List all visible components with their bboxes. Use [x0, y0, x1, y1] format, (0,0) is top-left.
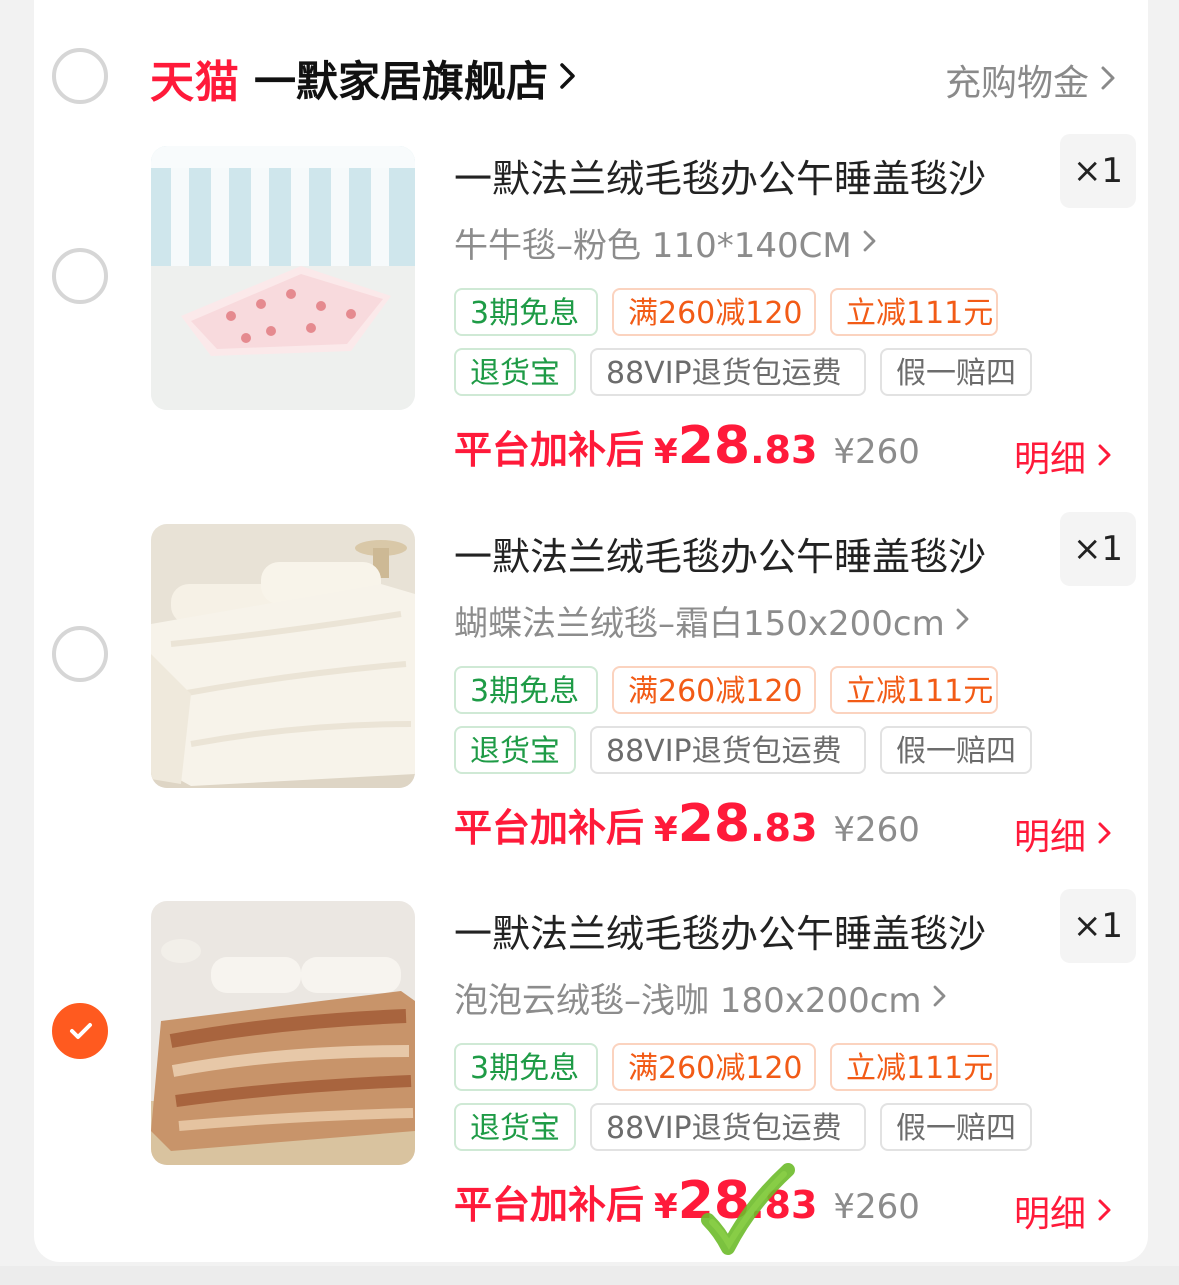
- product-image[interactable]: [151, 524, 415, 788]
- tag-vip-return: 88VIP退货包运费: [590, 1103, 866, 1151]
- quantity-button[interactable]: ×1: [1060, 889, 1136, 963]
- chevron-right-icon: [1096, 436, 1114, 477]
- product-image[interactable]: [151, 146, 415, 410]
- check-icon: [70, 1023, 92, 1039]
- price-label: 平台加补后: [454, 1183, 645, 1227]
- cart-item: 一默法兰绒毛毯办公午睡盖毯沙 ×1 蝴蝶法兰绒毯–霜白150x200cm 3期免…: [0, 512, 1179, 902]
- green-checkmark-icon: [700, 1160, 800, 1264]
- cart-item: 一默法兰绒毛毯办公午睡盖毯沙 ×1 牛牛毯–粉色 110*140CM 3期免息 …: [0, 134, 1179, 524]
- tag-vip-return: 88VIP退货包运费: [590, 348, 866, 396]
- tag-vip-return: 88VIP退货包运费: [590, 726, 866, 774]
- product-title[interactable]: 一默法兰绒毛毯办公午睡盖毯沙: [454, 903, 1034, 958]
- store-header[interactable]: 天猫 一默家居旗舰店: [150, 48, 578, 108]
- coupon-label: 充购物金: [944, 63, 1089, 104]
- product-title[interactable]: 一默法兰绒毛毯办公午睡盖毯沙: [454, 148, 1034, 203]
- tag-discount: 满260减120: [612, 1043, 816, 1091]
- item-select-radio[interactable]: [52, 248, 108, 304]
- sku-selector[interactable]: 泡泡云绒毯–浅咖 180x200cm: [454, 973, 948, 1022]
- detail-label: 明细: [1014, 1194, 1087, 1235]
- quantity-button[interactable]: ×1: [1060, 134, 1136, 208]
- chevron-right-icon: [932, 978, 948, 1018]
- original-price: ¥260: [833, 810, 920, 850]
- price-detail-link[interactable]: 明细: [1014, 808, 1114, 860]
- tmall-logo: 天猫: [150, 57, 240, 108]
- store-name[interactable]: 一默家居旗舰店: [254, 48, 548, 109]
- price-label: 平台加补后: [454, 428, 645, 472]
- chevron-right-icon: [955, 601, 971, 641]
- detail-label: 明细: [1014, 817, 1087, 858]
- tag-discount: 满260减120: [612, 666, 816, 714]
- tag-guarantee: 假一赔四: [880, 348, 1032, 396]
- chevron-right-icon: [558, 61, 578, 95]
- tag-instant-discount: 立减111元: [830, 1043, 998, 1091]
- sku-selector[interactable]: 蝴蝶法兰绒毯–霜白150x200cm: [454, 596, 971, 645]
- price-integer: 28: [677, 794, 751, 854]
- sku-label: 蝴蝶法兰绒毯–霜白150x200cm: [454, 604, 945, 644]
- product-title[interactable]: 一默法兰绒毛毯办公午睡盖毯沙: [454, 526, 1034, 581]
- tag-instant-discount: 立减111元: [830, 666, 998, 714]
- price-detail-link[interactable]: 明细: [1014, 1185, 1114, 1237]
- tag-return-insurance: 退货宝: [454, 1103, 576, 1151]
- price-currency: ¥: [654, 1187, 678, 1227]
- tag-return-insurance: 退货宝: [454, 726, 576, 774]
- tag-interest-free: 3期免息: [454, 288, 598, 336]
- chevron-right-icon: [1099, 60, 1117, 101]
- original-price: ¥260: [833, 1187, 920, 1227]
- tag-instant-discount: 立减111元: [830, 288, 998, 336]
- sku-label: 牛牛毯–粉色 110*140CM: [454, 226, 852, 266]
- tag-guarantee: 假一赔四: [880, 726, 1032, 774]
- tag-return-insurance: 退货宝: [454, 348, 576, 396]
- price-currency: ¥: [654, 810, 678, 850]
- price-currency: ¥: [654, 432, 678, 472]
- sku-label: 泡泡云绒毯–浅咖 180x200cm: [454, 981, 922, 1021]
- tag-interest-free: 3期免息: [454, 666, 598, 714]
- tag-guarantee: 假一赔四: [880, 1103, 1032, 1151]
- tag-interest-free: 3期免息: [454, 1043, 598, 1091]
- store-select-radio[interactable]: [52, 48, 108, 104]
- sku-selector[interactable]: 牛牛毯–粉色 110*140CM: [454, 218, 878, 267]
- price-row: 平台加补后 ¥ 28 .83 ¥260: [454, 794, 920, 854]
- item-select-radio[interactable]: [52, 1003, 108, 1059]
- cart-item: 一默法兰绒毛毯办公午睡盖毯沙 ×1 泡泡云绒毯–浅咖 180x200cm 3期免…: [0, 889, 1179, 1279]
- chevron-right-icon: [1096, 1191, 1114, 1232]
- price-detail-link[interactable]: 明细: [1014, 430, 1114, 482]
- price-integer: 28: [677, 416, 751, 476]
- coupon-link[interactable]: 充购物金: [945, 54, 1117, 106]
- original-price: ¥260: [833, 432, 920, 472]
- chevron-right-icon: [862, 223, 878, 263]
- price-label: 平台加补后: [454, 806, 645, 850]
- chevron-right-icon: [1096, 814, 1114, 855]
- price-row: 平台加补后 ¥ 28 .83 ¥260: [454, 1171, 920, 1231]
- price-decimal: .83: [750, 428, 818, 472]
- item-select-radio[interactable]: [52, 626, 108, 682]
- detail-label: 明细: [1014, 439, 1087, 480]
- tag-discount: 满260减120: [612, 288, 816, 336]
- price-row: 平台加补后 ¥ 28 .83 ¥260: [454, 416, 920, 476]
- price-decimal: .83: [750, 806, 818, 850]
- quantity-button[interactable]: ×1: [1060, 512, 1136, 586]
- product-image[interactable]: [151, 901, 415, 1165]
